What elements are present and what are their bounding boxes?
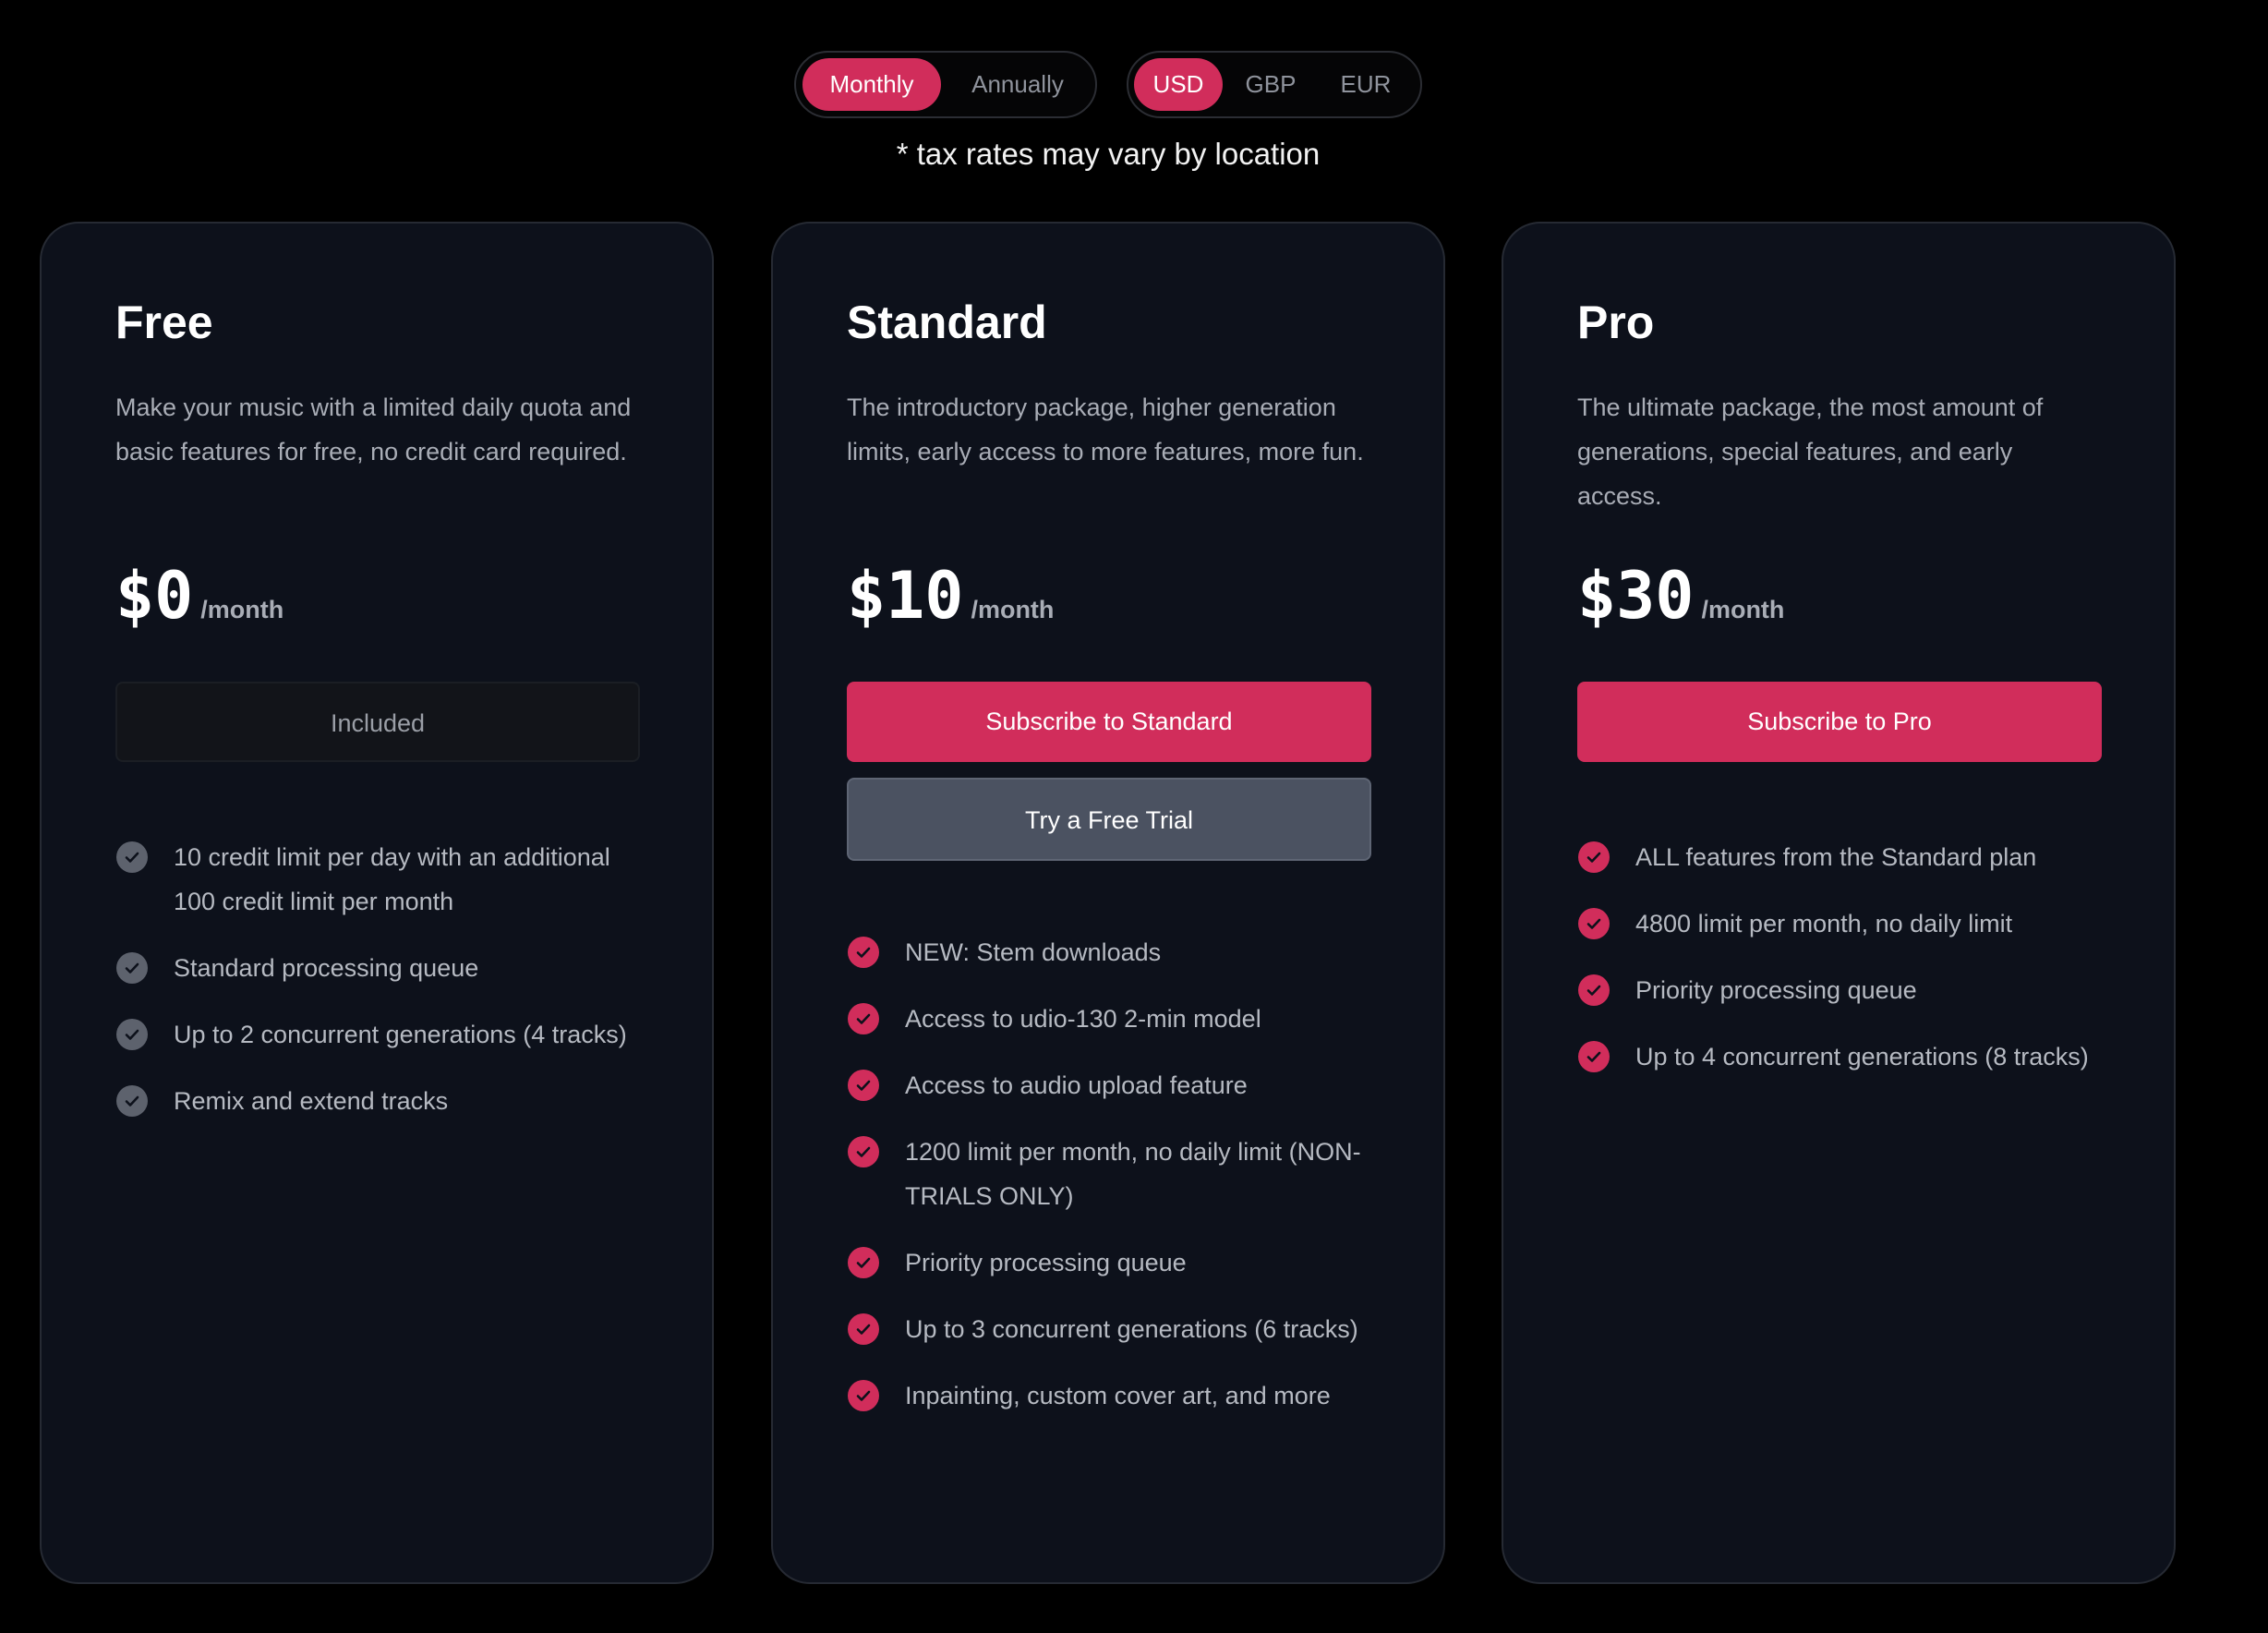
check-icon	[848, 1380, 879, 1411]
billing-period-toggle: Monthly Annually	[794, 51, 1097, 118]
check-icon	[1578, 1041, 1610, 1072]
plan-card-free: Free Make your music with a limited dail…	[40, 222, 714, 1584]
price-period: /month	[971, 596, 1055, 623]
check-icon	[116, 1085, 148, 1117]
included-label: Included	[115, 682, 640, 762]
feature-text: Inpainting, custom cover art, and more	[905, 1382, 1331, 1409]
feature-item: 4800 limit per month, no daily limit	[1577, 901, 2113, 946]
check-icon	[848, 1136, 879, 1167]
feature-text: Up to 2 concurrent generations (4 tracks…	[174, 1021, 627, 1048]
feature-list: 10 credit limit per day with an addition…	[115, 835, 651, 1145]
plan-card-pro: Pro The ultimate package, the most amoun…	[1502, 222, 2176, 1584]
check-icon	[848, 1070, 879, 1101]
feature-list: ALL features from the Standard plan 4800…	[1577, 835, 2113, 1101]
check-icon	[848, 1247, 879, 1278]
price-row: $0/month	[115, 558, 284, 634]
feature-item: Priority processing queue	[1577, 968, 2113, 1012]
currency-eur-option[interactable]: EUR	[1321, 58, 1411, 111]
plan-price: $0	[115, 558, 194, 634]
plan-name: Free	[115, 296, 213, 348]
feature-text: NEW: Stem downloads	[905, 938, 1162, 966]
feature-text: Priority processing queue	[1635, 976, 1917, 1004]
price-period: /month	[200, 596, 284, 623]
feature-item: Up to 3 concurrent generations (6 tracks…	[847, 1307, 1382, 1351]
plan-price: $30	[1577, 558, 1695, 634]
feature-text: 1200 limit per month, no daily limit (NO…	[905, 1138, 1361, 1210]
feature-text: Remix and extend tracks	[174, 1087, 449, 1115]
plan-price: $10	[847, 558, 964, 634]
feature-item: Access to udio-130 2-min model	[847, 997, 1382, 1041]
feature-item: Remix and extend tracks	[115, 1079, 651, 1123]
subscribe-standard-button[interactable]: Subscribe to Standard	[847, 682, 1371, 762]
check-icon	[1578, 841, 1610, 873]
plan-name: Pro	[1577, 296, 1655, 348]
currency-gbp-option[interactable]: GBP	[1228, 58, 1313, 111]
plan-description: The ultimate package, the most amount of…	[1577, 393, 2044, 510]
feature-item: Priority processing queue	[847, 1240, 1382, 1285]
pricing-toggles: Monthly Annually USD GBP EUR	[0, 51, 2268, 120]
check-icon	[1578, 908, 1610, 939]
feature-item: Access to audio upload feature	[847, 1063, 1382, 1107]
plan-description: Make your music with a limited daily quo…	[115, 393, 632, 466]
tax-note: * tax rates may vary by location	[896, 137, 1321, 171]
price-row: $10/month	[847, 558, 1054, 634]
feature-text: Access to audio upload feature	[905, 1071, 1248, 1099]
feature-text: Up to 4 concurrent generations (8 tracks…	[1635, 1043, 2089, 1071]
feature-text: Priority processing queue	[905, 1249, 1187, 1276]
check-icon	[848, 1313, 879, 1345]
feature-text: 4800 limit per month, no daily limit	[1635, 910, 2013, 937]
check-icon	[848, 1003, 879, 1034]
feature-item: Standard processing queue	[115, 946, 651, 990]
currency-toggle: USD GBP EUR	[1127, 51, 1422, 118]
billing-monthly-option[interactable]: Monthly	[802, 58, 941, 111]
feature-text: ALL features from the Standard plan	[1635, 843, 2037, 871]
check-icon	[116, 841, 148, 873]
feature-item: Inpainting, custom cover art, and more	[847, 1373, 1382, 1418]
feature-item: 1200 limit per month, no daily limit (NO…	[847, 1130, 1382, 1218]
feature-text: Access to udio-130 2-min model	[905, 1005, 1261, 1033]
plan-card-standard: Standard The introductory package, highe…	[771, 222, 1445, 1584]
feature-item: 10 credit limit per day with an addition…	[115, 835, 651, 924]
plan-name: Standard	[847, 296, 1047, 348]
check-icon	[1578, 974, 1610, 1006]
check-icon	[116, 952, 148, 984]
check-icon	[848, 937, 879, 968]
feature-item: NEW: Stem downloads	[847, 930, 1382, 974]
plan-description: The introductory package, higher generat…	[847, 393, 1364, 466]
feature-text: Up to 3 concurrent generations (6 tracks…	[905, 1315, 1358, 1343]
subscribe-pro-button[interactable]: Subscribe to Pro	[1577, 682, 2102, 762]
check-icon	[116, 1019, 148, 1050]
feature-text: 10 credit limit per day with an addition…	[174, 843, 610, 915]
feature-item: Up to 4 concurrent generations (8 tracks…	[1577, 1034, 2113, 1079]
price-row: $30/month	[1577, 558, 1784, 634]
free-trial-button[interactable]: Try a Free Trial	[847, 778, 1371, 861]
price-period: /month	[1701, 596, 1785, 623]
currency-usd-option[interactable]: USD	[1134, 58, 1223, 111]
billing-annually-option[interactable]: Annually	[944, 58, 1092, 111]
feature-item: ALL features from the Standard plan	[1577, 835, 2113, 879]
feature-item: Up to 2 concurrent generations (4 tracks…	[115, 1012, 651, 1057]
feature-text: Standard processing queue	[174, 954, 479, 982]
feature-list: NEW: Stem downloads Access to udio-130 2…	[847, 930, 1382, 1440]
